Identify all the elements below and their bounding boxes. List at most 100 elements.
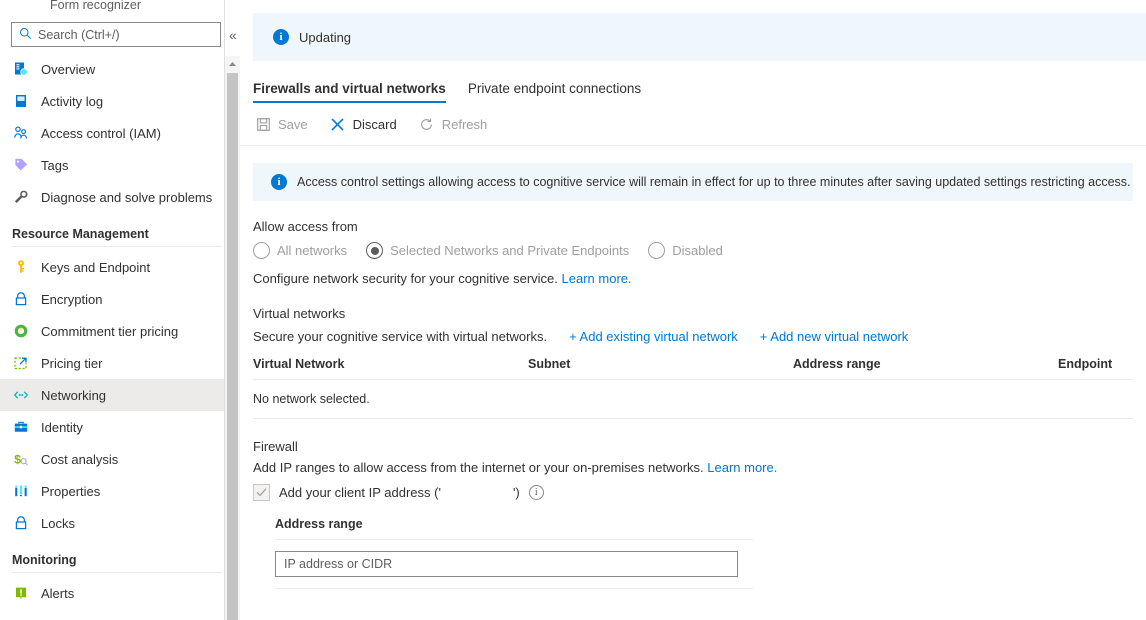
- svg-text:$: $: [14, 452, 21, 466]
- info-tooltip-icon[interactable]: i: [529, 485, 544, 500]
- refresh-button[interactable]: Refresh: [419, 116, 488, 132]
- sidebar-nav: Overview Activity log Access control (IA…: [0, 53, 240, 609]
- status-banner: i Updating: [253, 13, 1146, 61]
- sidebar-item-overview[interactable]: Overview: [0, 53, 240, 85]
- add-client-ip-row: Add your client IP address (' ') i: [253, 484, 1133, 501]
- sidebar-item-encryption[interactable]: Encryption: [0, 283, 240, 315]
- info-icon: i: [273, 29, 289, 45]
- refresh-label: Refresh: [442, 117, 488, 132]
- sidebar-item-label: Commitment tier pricing: [41, 324, 178, 339]
- radio-label: Disabled: [672, 243, 723, 258]
- sidebar-item-label: Properties: [41, 484, 100, 499]
- activity-log-icon: [12, 93, 29, 110]
- info-icon: i: [271, 174, 287, 190]
- sidebar-search-row: «: [0, 14, 240, 53]
- collapse-sidebar-icon[interactable]: «: [229, 28, 237, 42]
- radio-disabled[interactable]: Disabled: [648, 242, 723, 259]
- sidebar-item-label: Cost analysis: [41, 452, 118, 467]
- discard-button[interactable]: Discard: [330, 116, 397, 132]
- sidebar-item-keys-and-endpoint[interactable]: Keys and Endpoint: [0, 251, 240, 283]
- locks-icon: [12, 515, 29, 532]
- networking-icon: [12, 387, 29, 404]
- sidebar-item-label: Overview: [41, 62, 95, 77]
- tags-icon: [12, 157, 29, 174]
- sidebar-item-label: Keys and Endpoint: [41, 260, 150, 275]
- access-control-icon: [12, 125, 29, 142]
- checkmark-icon: [256, 487, 267, 498]
- firewall-learn-more-link[interactable]: Learn more.: [707, 460, 777, 475]
- sidebar-item-label: Locks: [41, 516, 75, 531]
- column-endpoint[interactable]: Endpoint: [1058, 357, 1133, 380]
- save-icon: [255, 116, 271, 132]
- sidebar-scrollbar[interactable]: [225, 56, 240, 620]
- learn-more-link[interactable]: Learn more.: [562, 271, 632, 286]
- firewall-heading: Firewall: [253, 439, 1133, 454]
- tab-private-endpoint-connections[interactable]: Private endpoint connections: [468, 81, 641, 103]
- sidebar-item-identity[interactable]: Identity: [0, 411, 240, 443]
- add-client-ip-checkbox[interactable]: [253, 484, 270, 501]
- description-text: Configure network security for your cogn…: [253, 271, 558, 286]
- sidebar-item-properties[interactable]: Properties: [0, 475, 240, 507]
- checkbox-label-end: '): [513, 485, 520, 500]
- column-subnet[interactable]: Subnet: [528, 357, 793, 380]
- radio-all-networks[interactable]: All networks: [253, 242, 347, 259]
- address-range-header: Address range: [275, 517, 753, 540]
- tab-bar: Firewalls and virtual networks Private e…: [240, 61, 1146, 103]
- sidebar-item-pricing-tier[interactable]: Pricing tier: [0, 347, 240, 379]
- checkbox-label-start: Add your client IP address (': [279, 485, 441, 500]
- virtual-networks-heading: Virtual networks: [253, 306, 1133, 321]
- sidebar-item-label: Tags: [41, 158, 68, 173]
- search-input[interactable]: [38, 28, 213, 42]
- scroll-up-icon[interactable]: [225, 56, 240, 71]
- radio-label: All networks: [277, 243, 347, 258]
- add-client-ip-label: Add your client IP address (' '): [279, 485, 520, 500]
- resource-sidebar: Form recognizer « Overview: [0, 0, 240, 620]
- firewall-description: Add IP ranges to allow access from the i…: [253, 460, 1133, 475]
- overview-icon: [12, 61, 29, 78]
- description-text: Add IP ranges to allow access from the i…: [253, 460, 704, 475]
- sidebar-item-access-control[interactable]: Access control (IAM): [0, 117, 240, 149]
- sidebar-item-commitment-tier-pricing[interactable]: Commitment tier pricing: [0, 315, 240, 347]
- network-security-description: Configure network security for your cogn…: [253, 271, 1133, 286]
- allow-access-from-label: Allow access from: [253, 219, 1133, 234]
- add-new-virtual-network-link[interactable]: + Add new virtual network: [760, 329, 909, 344]
- column-virtual-network[interactable]: Virtual Network: [253, 357, 528, 380]
- cost-analysis-icon: $: [12, 451, 29, 468]
- column-address-range[interactable]: Address range: [793, 357, 1058, 380]
- sidebar-item-diagnose[interactable]: Diagnose and solve problems: [0, 181, 240, 213]
- access-control-notice: i Access control settings allowing acces…: [253, 163, 1133, 201]
- sidebar-item-alerts[interactable]: Alerts: [0, 577, 240, 609]
- sidebar-item-label: Networking: [41, 388, 106, 403]
- sidebar-group-divider: [12, 572, 222, 573]
- refresh-icon: [419, 116, 435, 132]
- sidebar-item-label: Access control (IAM): [41, 126, 161, 141]
- search-icon: [19, 27, 32, 43]
- search-box[interactable]: [11, 22, 221, 47]
- azure-portal-networking-blade: Form recognizer « Overview: [0, 0, 1146, 620]
- radio-selected-networks-and-private-endpoints[interactable]: Selected Networks and Private Endpoints: [366, 242, 629, 259]
- scrollbar-thumb[interactable]: [227, 73, 238, 620]
- address-range-input-wrap: [275, 540, 753, 589]
- virtual-networks-table: Virtual Network Subnet Address range End…: [253, 357, 1133, 419]
- sidebar-item-networking[interactable]: Networking: [0, 379, 240, 411]
- save-label: Save: [278, 117, 308, 132]
- sidebar-item-cost-analysis[interactable]: $ Cost analysis: [0, 443, 240, 475]
- resource-title: Form recognizer: [0, 0, 240, 14]
- virtual-networks-actions: Secure your cognitive service with virtu…: [253, 329, 1133, 344]
- key-icon: [12, 259, 29, 276]
- allow-access-radio-group: All networks Selected Networks and Priva…: [253, 242, 1133, 259]
- sidebar-item-activity-log[interactable]: Activity log: [0, 85, 240, 117]
- networking-settings-panel: i Access control settings allowing acces…: [240, 163, 1146, 589]
- sidebar-item-label: Pricing tier: [41, 356, 102, 371]
- sidebar-group-monitoring: Monitoring: [0, 539, 240, 572]
- sidebar-item-tags[interactable]: Tags: [0, 149, 240, 181]
- commitment-tier-icon: [12, 323, 29, 340]
- diagnose-icon: [12, 189, 29, 206]
- tab-firewalls-and-virtual-networks[interactable]: Firewalls and virtual networks: [253, 81, 446, 103]
- add-existing-virtual-network-link[interactable]: + Add existing virtual network: [569, 329, 738, 344]
- properties-icon: [12, 483, 29, 500]
- save-button[interactable]: Save: [255, 116, 308, 132]
- sidebar-item-locks[interactable]: Locks: [0, 507, 240, 539]
- radio-circle-checked-icon: [366, 242, 383, 259]
- address-range-input[interactable]: [275, 551, 738, 577]
